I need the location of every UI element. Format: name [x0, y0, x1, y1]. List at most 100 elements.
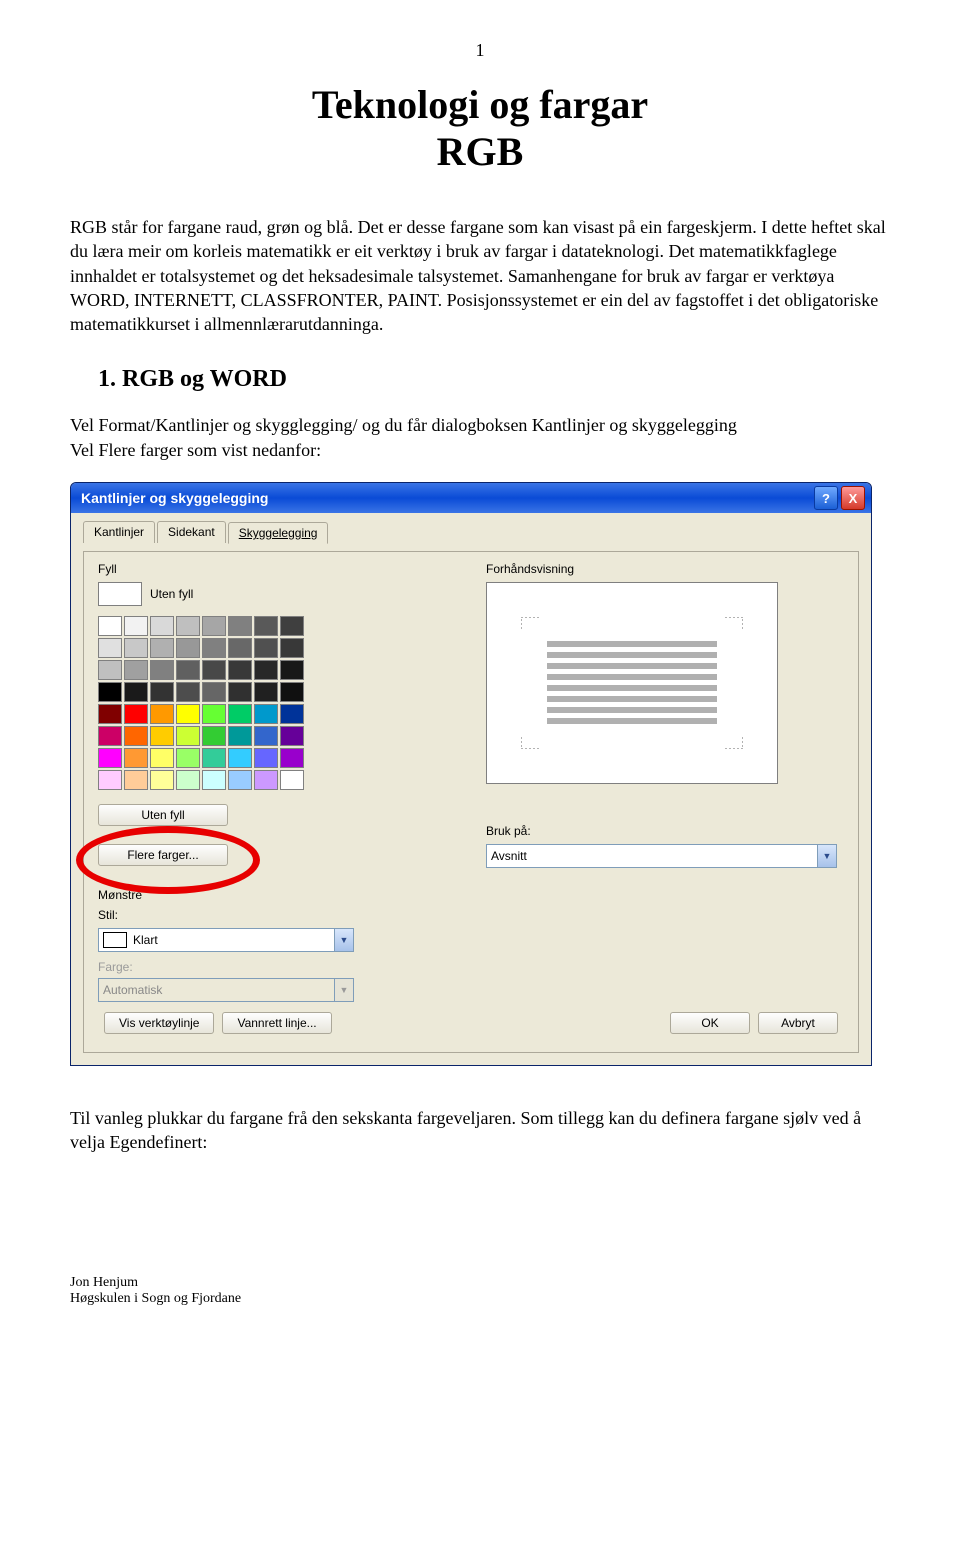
document-page: 1 Teknologi og fargar RGB RGB står for f… [0, 0, 960, 1327]
title-line2: RGB [70, 128, 890, 175]
palette-color[interactable] [280, 638, 304, 658]
uten-fyll-button[interactable]: Uten fyll [98, 804, 228, 826]
palette-color[interactable] [254, 726, 278, 746]
palette-color[interactable] [98, 638, 122, 658]
palette-color[interactable] [176, 748, 200, 768]
palette-color[interactable] [228, 770, 252, 790]
palette-color[interactable] [228, 638, 252, 658]
tab-sidekant[interactable]: Sidekant [157, 521, 226, 543]
palette-color[interactable] [98, 616, 122, 636]
palette-color[interactable] [254, 682, 278, 702]
palette-color[interactable] [228, 748, 252, 768]
titlebar-close-button[interactable]: X [841, 486, 865, 510]
tab-kantlinjer[interactable]: Kantlinjer [83, 521, 155, 543]
avbryt-button[interactable]: Avbryt [758, 1012, 838, 1034]
stil-combo[interactable]: Klart ▼ [98, 928, 354, 952]
palette-color[interactable] [202, 660, 226, 680]
palette-color[interactable] [150, 770, 174, 790]
palette-color[interactable] [98, 726, 122, 746]
palette-color[interactable] [254, 638, 278, 658]
palette-color[interactable] [150, 682, 174, 702]
farge-combo: Automatisk ▼ [98, 978, 354, 1002]
closing-paragraph: Til vanleg plukkar du fargane frå den se… [70, 1106, 890, 1155]
chevron-down-icon: ▼ [334, 979, 353, 1001]
palette-color[interactable] [228, 660, 252, 680]
palette-color[interactable] [280, 748, 304, 768]
palette-color[interactable] [150, 726, 174, 746]
palette-color[interactable] [124, 770, 148, 790]
color-palette[interactable] [98, 616, 456, 790]
palette-color[interactable] [254, 616, 278, 636]
palette-color[interactable] [176, 770, 200, 790]
vannrett-linje-button[interactable]: Vannrett linje... [222, 1012, 331, 1034]
palette-color[interactable] [176, 726, 200, 746]
palette-color[interactable] [124, 748, 148, 768]
brukpa-value: Avsnitt [491, 849, 527, 863]
palette-color[interactable] [202, 748, 226, 768]
palette-color[interactable] [280, 660, 304, 680]
palette-color[interactable] [98, 770, 122, 790]
dialog-bottom-bar: Vis verktøylinje Vannrett linje... OK Av… [98, 1002, 844, 1038]
palette-color[interactable] [202, 704, 226, 724]
right-column: Forhåndsvisning Bruk på: Av [486, 562, 844, 1002]
palette-color[interactable] [98, 704, 122, 724]
preview-corner-tl-icon [521, 617, 539, 629]
page-footer: Jon Henjum Høgskulen i Sogn og Fjordane [70, 1275, 890, 1307]
chevron-down-icon: ▼ [817, 845, 836, 867]
palette-color[interactable] [228, 704, 252, 724]
palette-color[interactable] [124, 660, 148, 680]
palette-color[interactable] [254, 704, 278, 724]
palette-color[interactable] [228, 726, 252, 746]
palette-color[interactable] [202, 682, 226, 702]
title-line1: Teknologi og fargar [70, 81, 890, 128]
palette-color[interactable] [150, 748, 174, 768]
palette-color[interactable] [124, 616, 148, 636]
chevron-down-icon: ▼ [334, 929, 353, 951]
dialog-title: Kantlinjer og skyggelegging [81, 490, 268, 506]
palette-color[interactable] [254, 770, 278, 790]
palette-color[interactable] [176, 616, 200, 636]
preview-corner-bl-icon [521, 737, 539, 749]
palette-color[interactable] [280, 682, 304, 702]
footer-institution: Høgskulen i Sogn og Fjordane [70, 1291, 890, 1307]
palette-color[interactable] [124, 638, 148, 658]
ok-button[interactable]: OK [670, 1012, 750, 1034]
titlebar-help-button[interactable]: ? [814, 486, 838, 510]
dialog-kantlinjer: Kantlinjer og skyggelegging ? X Kantlinj… [70, 482, 872, 1066]
palette-color[interactable] [280, 704, 304, 724]
brukpa-combo[interactable]: Avsnitt ▼ [486, 844, 837, 868]
palette-color[interactable] [280, 616, 304, 636]
palette-color[interactable] [124, 682, 148, 702]
palette-color[interactable] [228, 616, 252, 636]
dialog-titlebar: Kantlinjer og skyggelegging ? X [71, 483, 871, 513]
palette-color[interactable] [98, 748, 122, 768]
palette-color[interactable] [176, 704, 200, 724]
palette-color[interactable] [202, 726, 226, 746]
palette-color[interactable] [150, 616, 174, 636]
tab-skyggelegging[interactable]: Skyggelegging [228, 522, 329, 544]
palette-color[interactable] [202, 638, 226, 658]
palette-color[interactable] [176, 638, 200, 658]
palette-color[interactable] [124, 726, 148, 746]
palette-color[interactable] [176, 660, 200, 680]
palette-color[interactable] [150, 660, 174, 680]
palette-color[interactable] [254, 748, 278, 768]
palette-color[interactable] [228, 682, 252, 702]
vis-verktoylinje-button[interactable]: Vis verktøylinje [104, 1012, 214, 1034]
palette-color[interactable] [150, 704, 174, 724]
palette-color[interactable] [176, 682, 200, 702]
palette-color[interactable] [202, 770, 226, 790]
palette-color[interactable] [202, 616, 226, 636]
monstre-label: Mønstre [98, 888, 456, 902]
palette-color[interactable] [150, 638, 174, 658]
flere-farger-button[interactable]: Flere farger... [98, 844, 228, 866]
fyll-label: Fyll [98, 562, 456, 576]
palette-color[interactable] [124, 704, 148, 724]
dialog-body: Kantlinjer Sidekant Skyggelegging Fyll U… [71, 513, 871, 1065]
palette-color[interactable] [280, 726, 304, 746]
palette-color[interactable] [254, 660, 278, 680]
palette-color[interactable] [98, 660, 122, 680]
palette-color[interactable] [280, 770, 304, 790]
palette-color[interactable] [98, 682, 122, 702]
current-fill-swatch [98, 582, 142, 606]
